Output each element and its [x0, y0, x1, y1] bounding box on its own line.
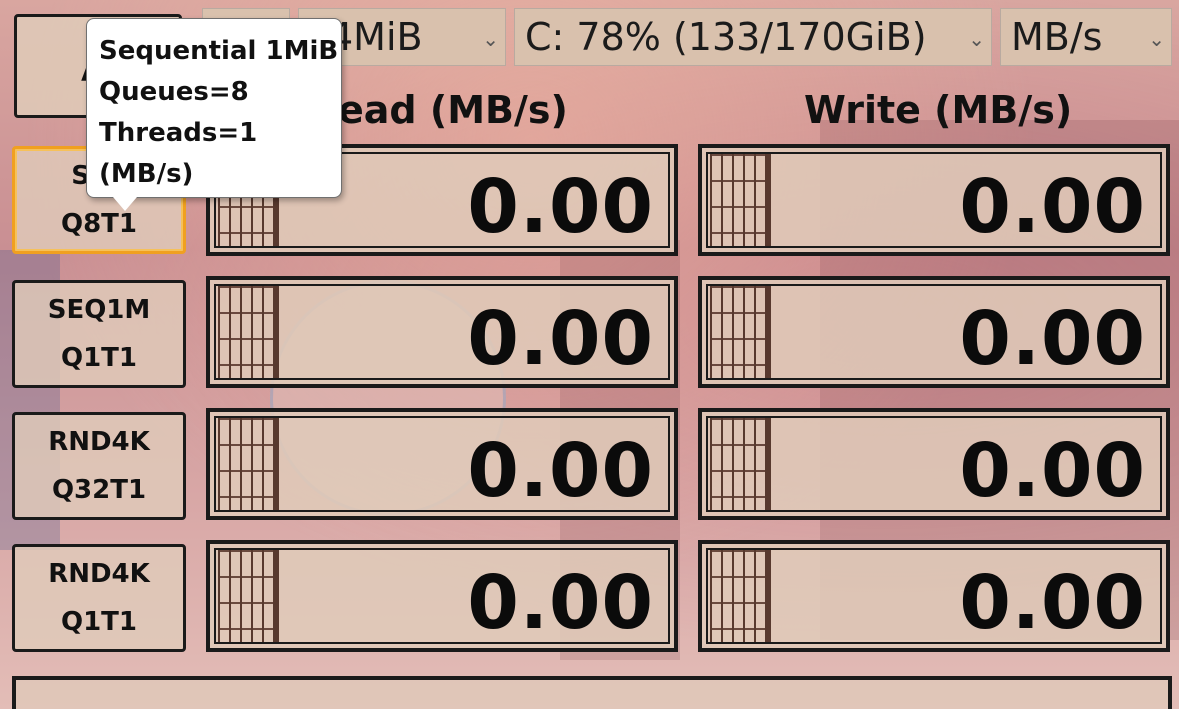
test-button-rnd4k-q32t1[interactable]: RND4K Q32T1 — [12, 412, 186, 520]
write-value: 0.00 — [959, 296, 1146, 382]
drive-select[interactable]: C: 78% (133/170GiB) ⌄ — [514, 8, 992, 66]
panel-decor — [218, 550, 279, 642]
read-result-rnd4k-q1t1: 0.00 — [206, 540, 678, 652]
tooltip-line: Queues=8 — [99, 77, 249, 107]
read-header: ead (MB/s) — [338, 88, 568, 132]
test-label-line2: Q32T1 — [51, 475, 147, 505]
panel-decor — [218, 286, 279, 378]
unit-select[interactable]: MB/s ⌄ — [1000, 8, 1172, 66]
write-value: 0.00 — [959, 164, 1146, 250]
write-value: 0.00 — [959, 428, 1146, 514]
panel-decor — [218, 418, 279, 510]
read-value: 0.00 — [467, 428, 654, 514]
read-value: 0.00 — [467, 560, 654, 646]
tooltip-tail — [113, 197, 137, 211]
tooltip-line: Threads=1 — [99, 118, 258, 148]
read-value: 0.00 — [467, 296, 654, 382]
test-label-line1: RND4K — [48, 427, 150, 457]
write-result-seq1m-q8t1: 0.00 — [698, 144, 1170, 256]
write-result-seq1m-q1t1: 0.00 — [698, 276, 1170, 388]
write-header: Write (MB/s) — [804, 88, 1073, 132]
tooltip-line: Sequential 1MiB — [99, 36, 339, 66]
write-result-rnd4k-q32t1: 0.00 — [698, 408, 1170, 520]
write-result-rnd4k-q1t1: 0.00 — [698, 540, 1170, 652]
panel-decor — [710, 418, 771, 510]
chevron-down-icon: ⌄ — [1148, 27, 1165, 51]
test-label-line2: Q1T1 — [60, 607, 138, 637]
read-result-rnd4k-q32t1: 0.00 — [206, 408, 678, 520]
read-value: 0.00 — [467, 164, 654, 250]
test-button-seq1m-q1t1[interactable]: SEQ1M Q1T1 — [12, 280, 186, 388]
panel-decor — [710, 154, 771, 246]
tooltip-line: (MB/s) — [99, 159, 194, 189]
unit-value: MB/s — [1011, 15, 1103, 59]
chevron-down-icon: ⌄ — [482, 27, 499, 51]
read-result-seq1m-q1t1: 0.00 — [206, 276, 678, 388]
write-value: 0.00 — [959, 560, 1146, 646]
test-label-line1: RND4K — [48, 559, 150, 589]
panel-decor — [710, 550, 771, 642]
test-label-line2: Q1T1 — [60, 343, 138, 373]
drive-value: C: 78% (133/170GiB) — [525, 15, 927, 59]
tooltip: Sequential 1MiB Queues=8 Threads=1 (MB/s… — [86, 18, 342, 211]
panel-decor — [710, 286, 771, 378]
comment-box[interactable] — [12, 676, 1172, 709]
chevron-down-icon: ⌄ — [968, 27, 985, 51]
test-label-line1: SEQ1M — [47, 295, 151, 325]
test-button-rnd4k-q1t1[interactable]: RND4K Q1T1 — [12, 544, 186, 652]
